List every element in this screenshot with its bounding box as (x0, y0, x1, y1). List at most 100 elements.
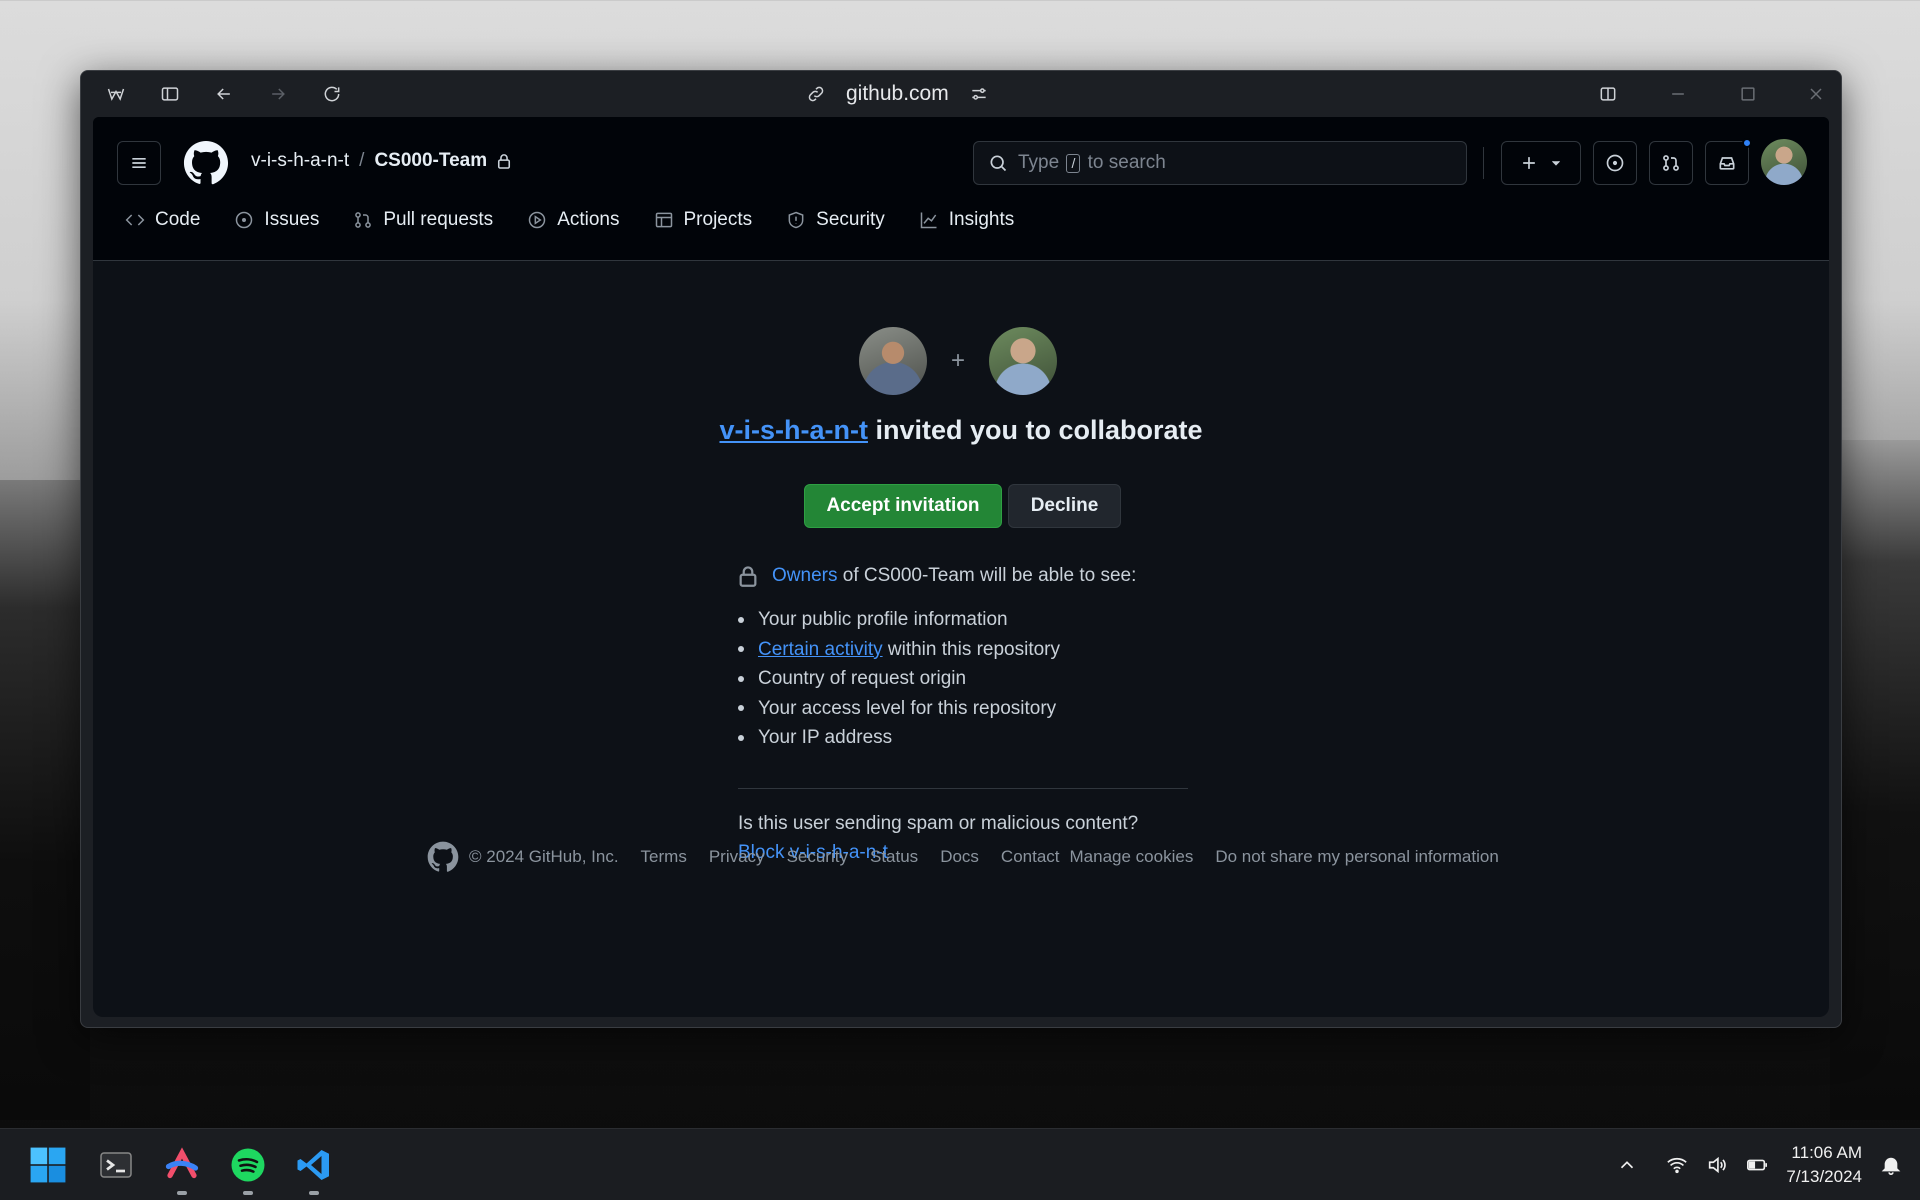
minimize-icon[interactable] (1663, 79, 1693, 109)
list-item-text: Your IP address (758, 727, 893, 748)
invitee-avatar (989, 327, 1058, 395)
clock[interactable]: 11:06 AM 7/13/2024 (1786, 1141, 1862, 1189)
menu-button[interactable] (117, 141, 161, 185)
lock-icon (739, 566, 757, 587)
hamburger-icon (132, 158, 146, 168)
start-button[interactable] (26, 1143, 70, 1187)
breadcrumb-owner[interactable]: v-i-s-h-a-n-t (251, 150, 349, 172)
desktop-wallpaper-left (0, 480, 90, 1120)
address-bar[interactable]: github.com (806, 79, 989, 109)
taskbar-terminal[interactable] (94, 1143, 138, 1187)
certain-activity-link[interactable]: Certain activity (758, 639, 883, 660)
spotify-icon (231, 1148, 265, 1182)
search-placeholder-before: Type (1018, 152, 1060, 173)
decline-button[interactable]: Decline (1008, 484, 1121, 528)
list-item: Your access level for this repository (738, 694, 1188, 724)
terminal-icon (100, 1152, 132, 1178)
volume-icon[interactable] (1706, 1154, 1728, 1176)
tab-insights-label: Insights (948, 209, 1015, 230)
list-item: Your public profile information (738, 605, 1188, 635)
forward-icon[interactable] (263, 79, 293, 109)
list-item: Certain activity within this repository (738, 635, 1188, 665)
github-logo-icon[interactable] (183, 140, 229, 186)
repo-nav: Code Issues Pull requests Actions Projec… (125, 209, 1014, 231)
plus-sign: + (951, 347, 966, 374)
inbox-icon (1719, 157, 1735, 170)
notification-bell-icon[interactable] (1880, 1154, 1902, 1176)
url-text: github.com (846, 82, 949, 105)
split-view-icon[interactable] (1593, 79, 1623, 109)
tab-projects-label: Projects (683, 209, 753, 230)
back-icon[interactable] (209, 79, 239, 109)
windows-logo-icon (30, 1147, 66, 1183)
owners-text: of CS000-Team will be able to see: (842, 565, 1137, 586)
triangle-down-icon (1552, 160, 1560, 166)
github-mark-icon[interactable] (427, 841, 459, 873)
tab-code[interactable]: Code (125, 209, 200, 231)
tab-code-label: Code (155, 209, 201, 230)
invitation-headline-text: invited you to collaborate (867, 415, 1203, 445)
tab-security[interactable]: Security (786, 209, 885, 231)
list-item-text: Your public profile information (758, 609, 1008, 630)
user-avatar[interactable] (1761, 139, 1807, 185)
close-icon[interactable] (1801, 79, 1831, 109)
owners-link[interactable]: Owners (772, 565, 837, 586)
wifi-icon[interactable] (1666, 1154, 1688, 1176)
browser-menu-icon[interactable] (101, 79, 131, 109)
issue-opened-icon (1606, 154, 1624, 172)
footer-link-terms[interactable]: Terms (641, 847, 687, 867)
tab-projects[interactable]: Projects (654, 209, 753, 231)
site-settings-icon[interactable] (969, 84, 989, 104)
table-icon (655, 212, 672, 228)
inviter-avatar[interactable] (859, 327, 927, 395)
footer-link-do-not-share[interactable]: Do not share my personal information (1215, 847, 1498, 867)
visibility-heading: Owners of CS000-Team will be able to see… (738, 565, 1188, 587)
search-shortcut-key: / (1066, 154, 1081, 173)
footer-link-privacy[interactable]: Privacy (709, 847, 765, 867)
chevron-up-icon[interactable] (1616, 1154, 1638, 1176)
maximize-icon[interactable] (1733, 79, 1763, 109)
plus-icon (1523, 157, 1535, 169)
create-new-button[interactable] (1501, 141, 1581, 185)
search-input[interactable]: Type / to search (973, 141, 1467, 185)
list-item-text: Your access level for this repository (758, 697, 1057, 719)
footer-link-manage-cookies[interactable]: Manage cookies (1070, 847, 1194, 867)
tab-actions[interactable]: Actions (527, 209, 620, 231)
footer-link-status[interactable]: Status (870, 847, 918, 867)
github-header: v-i-s-h-a-n-t / CS000-Team Type / to sea… (93, 117, 1829, 261)
taskbar-browser[interactable] (160, 1143, 204, 1195)
reload-icon[interactable] (317, 79, 347, 109)
footer-link-security[interactable]: Security (787, 847, 848, 867)
pull-requests-button[interactable] (1649, 141, 1693, 185)
desktop-wallpaper-right (1830, 440, 1920, 1120)
breadcrumb-repo[interactable]: CS000-Team (374, 150, 487, 172)
taskbar-spotify[interactable] (226, 1143, 270, 1195)
spam-question: Is this user sending spam or malicious c… (738, 813, 1139, 834)
footer-copyright: © 2024 GitHub, Inc. (469, 847, 619, 866)
accept-invitation-button[interactable]: Accept invitation (804, 484, 1002, 528)
list-item: Country of request origin (738, 664, 1188, 694)
sidebar-toggle-icon[interactable] (155, 79, 185, 109)
tab-insights[interactable]: Insights (919, 209, 1014, 231)
issues-button[interactable] (1593, 141, 1637, 185)
footer-link-docs[interactable]: Docs (940, 847, 979, 867)
taskbar-vscode[interactable] (292, 1143, 336, 1195)
tab-security-label: Security (816, 209, 885, 230)
graph-icon (920, 212, 937, 229)
play-icon (528, 211, 546, 229)
git-pull-request-icon (1663, 155, 1679, 171)
lock-icon (498, 154, 511, 169)
system-tray: 11:06 AM 7/13/2024 (1616, 1129, 1902, 1200)
tab-issues[interactable]: Issues (234, 209, 319, 231)
list-item-text: Country of request origin (758, 668, 967, 689)
tab-pull-requests[interactable]: Pull requests (353, 209, 493, 231)
inviter-link[interactable]: v-i-s-h-a-n-t (719, 415, 867, 445)
footer-link-contact[interactable]: Contact (1001, 847, 1060, 867)
search-placeholder-after: to search (1087, 152, 1166, 173)
github-page: v-i-s-h-a-n-t / CS000-Team Type / to sea… (93, 117, 1829, 1017)
battery-icon[interactable] (1746, 1154, 1768, 1176)
inbox-button[interactable] (1705, 138, 1752, 185)
header-divider (1483, 147, 1484, 179)
arc-browser-icon (165, 1147, 199, 1179)
taskbar: 11:06 AM 7/13/2024 (0, 1128, 1920, 1200)
